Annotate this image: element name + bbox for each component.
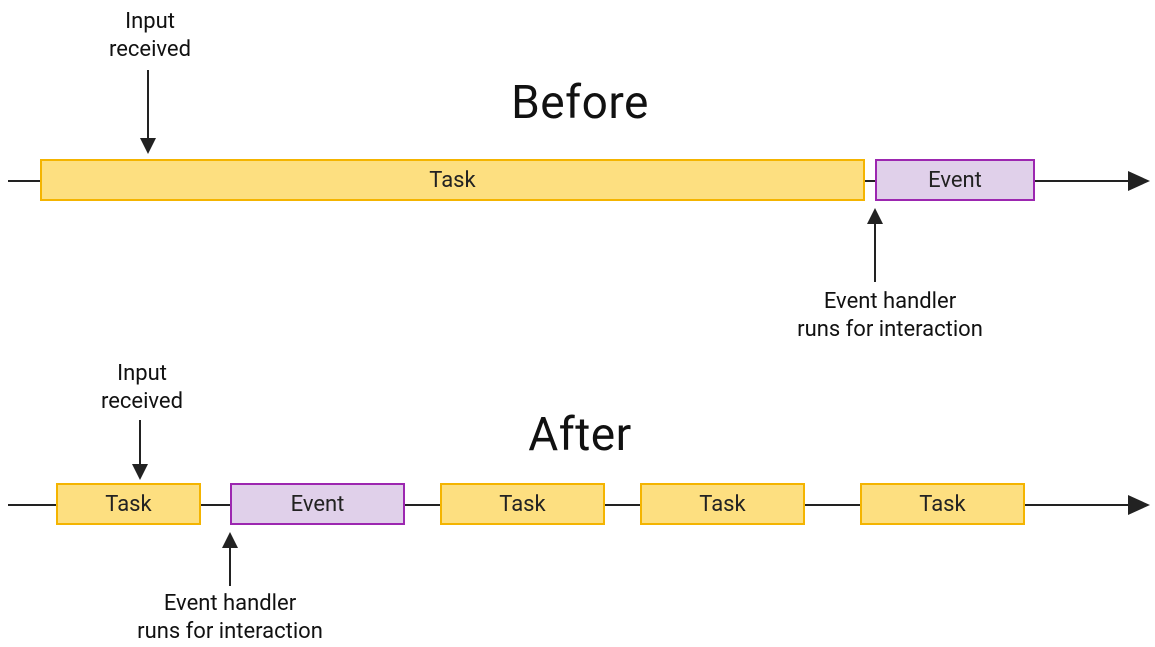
- after-task3-block: Task: [640, 483, 805, 525]
- before-handler-label-line1: Event handler: [824, 289, 956, 314]
- after-handler-label-line1: Event handler: [164, 591, 296, 616]
- after-event-block: Event: [230, 483, 405, 525]
- before-input-arrow-head: [140, 138, 156, 154]
- before-input-arrow-line: [147, 70, 149, 138]
- after-timeline-arrowhead: [1128, 495, 1150, 515]
- before-input-label-line2: received: [109, 37, 191, 62]
- after-handler-label: Event handler runs for interaction: [120, 590, 340, 645]
- before-handler-arrow-line: [874, 224, 876, 282]
- before-input-label-line1: Input: [125, 9, 175, 34]
- before-timeline-arrowhead: [1128, 171, 1150, 191]
- after-event-label: Event: [291, 492, 345, 517]
- after-task3-label: Task: [699, 492, 745, 517]
- after-input-label: Input received: [82, 360, 202, 415]
- after-task2-block: Task: [440, 483, 605, 525]
- after-task4-block: Task: [860, 483, 1025, 525]
- before-handler-label-line2: runs for interaction: [797, 317, 983, 342]
- after-handler-arrow-head: [222, 532, 238, 548]
- after-task1-block: Task: [56, 483, 201, 525]
- after-input-label-line1: Input: [117, 361, 167, 386]
- before-handler-arrow-head: [867, 208, 883, 224]
- after-handler-arrow-line: [229, 548, 231, 586]
- before-event-block: Event: [875, 159, 1035, 201]
- after-handler-label-line2: runs for interaction: [137, 619, 323, 644]
- before-event-label: Event: [928, 168, 982, 193]
- diagram-canvas: Before Input received Task Event Event h…: [0, 0, 1155, 647]
- before-input-label: Input received: [90, 8, 210, 63]
- after-task1-label: Task: [105, 492, 151, 517]
- after-input-arrow-head: [132, 464, 148, 480]
- after-task4-label: Task: [919, 492, 965, 517]
- before-task-label: Task: [429, 168, 475, 193]
- before-handler-label: Event handler runs for interaction: [780, 288, 1000, 343]
- before-task-block: Task: [40, 159, 865, 201]
- after-input-label-line2: received: [101, 389, 183, 414]
- after-task2-label: Task: [499, 492, 545, 517]
- after-input-arrow-line: [139, 420, 141, 464]
- after-title: After: [490, 408, 670, 462]
- before-title: Before: [470, 76, 690, 130]
